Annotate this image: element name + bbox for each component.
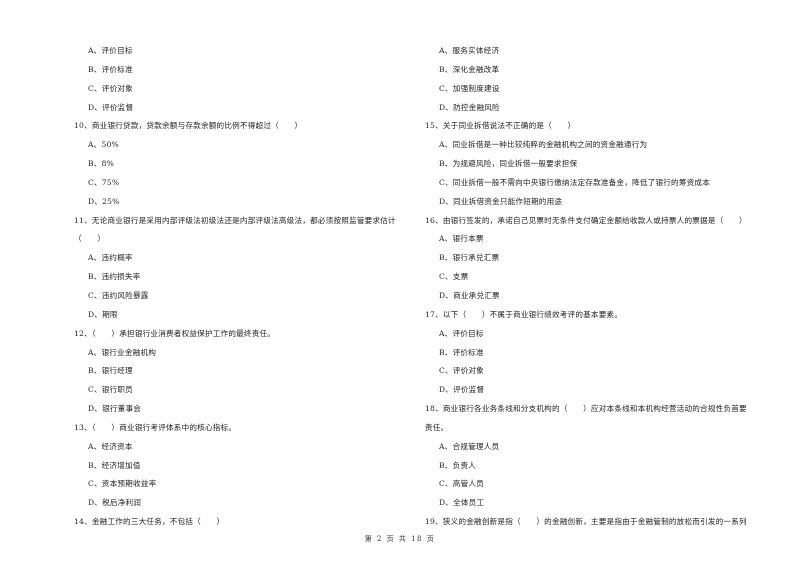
answer-option: A、违约概率 bbox=[88, 253, 133, 263]
question-text: 18、商业银行各业务条线和分支机构的（ ）应对本条线和本机构经营活动的合规性负首… bbox=[425, 404, 747, 414]
question-text: 12、（ ）承担银行业消费者权益保护工作的最终责任。 bbox=[74, 328, 276, 338]
page-footer: 第 2 页 共 18 页 bbox=[364, 535, 436, 543]
answer-option: B、经济增加值 bbox=[88, 460, 141, 470]
answer-option: A、银行业金融机构 bbox=[88, 347, 157, 357]
answer-option: C、违约风险暴露 bbox=[88, 290, 149, 300]
answer-option: C、同业拆借一般不需向中央银行缴纳法定存款准备金，降低了银行的筹资成本 bbox=[439, 177, 710, 187]
answer-option: A、50% bbox=[88, 140, 119, 150]
answer-option: B、为规避风险，同业拆借一般要求担保 bbox=[439, 159, 578, 169]
answer-option: D、评价监督 bbox=[88, 102, 134, 112]
answer-option: D、同业拆借资金只能作短期的用途 bbox=[439, 196, 563, 206]
answer-option: C、高管人员 bbox=[439, 479, 484, 489]
answer-option: D、银行董事会 bbox=[88, 404, 142, 414]
answer-option: D、商业承兑汇票 bbox=[439, 290, 500, 300]
right-column: A、服务实体经济 B、深化金融改革 C、加强制度建设 D、防控金融风险 15、关于同业拆… bbox=[425, 42, 775, 532]
answer-option: A、银行本票 bbox=[439, 234, 484, 244]
answer-option: D、25% bbox=[88, 196, 120, 206]
answer-option: A、评价目标 bbox=[439, 328, 484, 338]
answer-option: A、服务实体经济 bbox=[439, 46, 500, 55]
answer-option: A、合规管理人员 bbox=[439, 441, 500, 451]
answer-option: C、支票 bbox=[439, 272, 469, 282]
answer-option: C、评价对象 bbox=[439, 366, 484, 376]
answer-option: B、8% bbox=[88, 159, 115, 169]
question-text: 16、由银行签发的，承诺自己见票时无条件支付确定金额给收款人或持票人的票据是（ … bbox=[425, 215, 747, 225]
answer-option: B、评价标准 bbox=[439, 347, 484, 357]
question-text: 11、无论商业银行是采用内部评级法初级法还是内部评级法高级法，都必须按照监管要求… bbox=[74, 215, 396, 225]
answer-option: C、资本预期收益率 bbox=[88, 479, 157, 489]
answer-option: D、防控金融风险 bbox=[439, 102, 500, 112]
question-text: （ ） bbox=[74, 234, 106, 244]
answer-option: C、75% bbox=[88, 177, 120, 187]
question-text: 17、以下（ ）不属于商业银行绩效考评的基本要素。 bbox=[425, 309, 623, 319]
answer-option: A、经济资本 bbox=[88, 441, 133, 451]
answer-option: B、银行承兑汇票 bbox=[439, 253, 500, 263]
answer-option: C、加强制度建设 bbox=[439, 83, 500, 93]
answer-option: B、银行经理 bbox=[88, 366, 133, 376]
question-text: 10、商业银行贷款，贷款余额与存款余额的比例不得超过（ ） bbox=[74, 121, 303, 131]
question-text: 13、（ ）商业银行考评体系中的核心指标。 bbox=[74, 422, 237, 432]
question-text: 19、狭义的金融创新是指（ ）的金融创新，主要是指由于金融管制的放松而引发的一系… bbox=[425, 517, 747, 527]
answer-option: A、评价目标 bbox=[88, 46, 133, 55]
answer-option: D、全体员工 bbox=[439, 498, 485, 508]
answer-option: B、评价标准 bbox=[88, 64, 133, 74]
question-text: 14、金融工作的三大任务，不包括（ ） bbox=[74, 517, 225, 527]
answer-option: B、负责人 bbox=[439, 460, 476, 470]
answer-option: B、违约损失率 bbox=[88, 272, 141, 282]
answer-option: B、深化金融改革 bbox=[439, 64, 500, 74]
answer-option: D、期限 bbox=[88, 309, 118, 319]
answer-option: C、银行职员 bbox=[88, 385, 133, 395]
answer-option: A、同业拆借是一种比较纯粹的金融机构之间的资金融通行为 bbox=[439, 140, 648, 150]
question-text: 责任。 bbox=[425, 422, 449, 432]
answer-option: C、评价对象 bbox=[88, 83, 133, 93]
left-column: A、评价目标 B、评价标准 C、评价对象 D、评价监督 10、商业银行贷款，贷款余额与存… bbox=[74, 42, 424, 532]
answer-option: D、评价监督 bbox=[439, 385, 485, 395]
question-text: 15、关于同业拆借说法不正确的是（ ） bbox=[425, 121, 576, 131]
answer-option: D、税后净利润 bbox=[88, 498, 142, 508]
